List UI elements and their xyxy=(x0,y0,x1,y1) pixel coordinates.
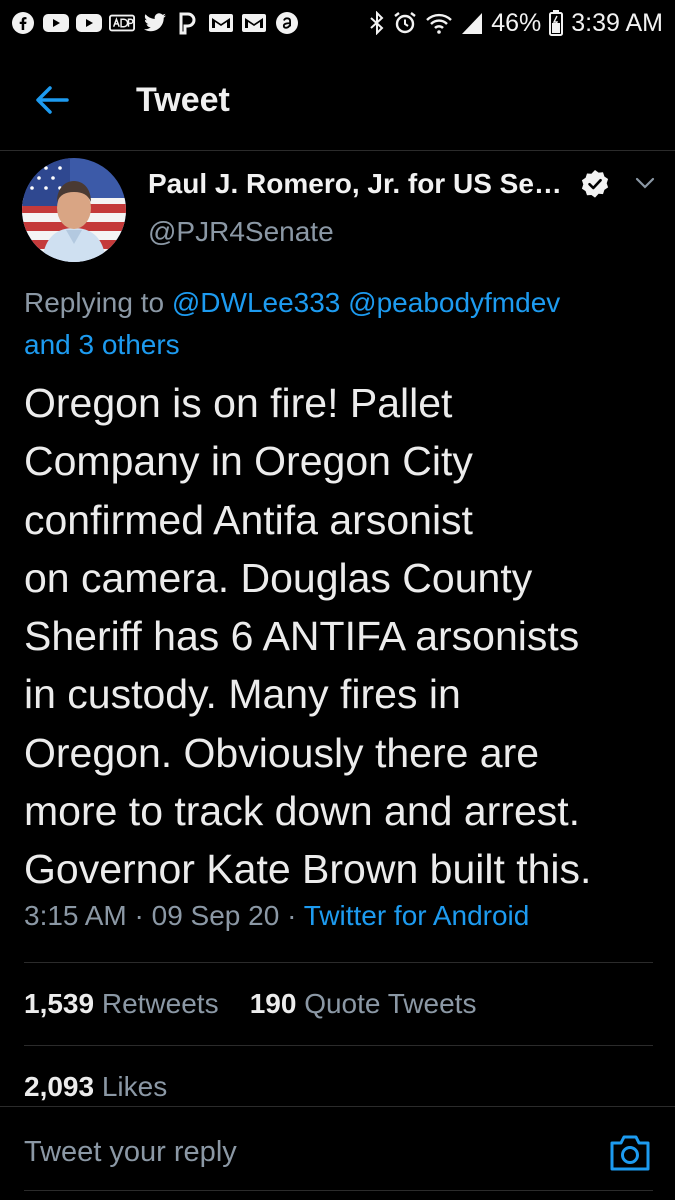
back-button[interactable] xyxy=(22,70,82,130)
likes-count: 2,093 xyxy=(24,1071,95,1102)
others-link[interactable]: and 3 others xyxy=(24,329,180,360)
likes-stat[interactable]: 2,093 Likes xyxy=(24,1071,167,1102)
mention-link[interactable]: @peabodyfmdev xyxy=(348,287,560,318)
facebook-icon xyxy=(10,11,36,35)
replying-prefix: Replying to xyxy=(24,287,165,318)
tweet-source-link[interactable]: Twitter for Android xyxy=(304,900,530,931)
meta-divider xyxy=(24,962,653,963)
quotes-count: 190 xyxy=(249,988,297,1019)
header-divider xyxy=(0,150,675,151)
quote-tweets-stat[interactable]: 190 Quote Tweets xyxy=(250,988,477,1019)
app-bar: Tweet xyxy=(0,62,675,138)
meta-separator: · xyxy=(134,900,144,931)
likes-row: 2,093 Likes xyxy=(24,1071,167,1103)
status-bar: 46% 3:39 AM xyxy=(0,0,675,46)
back-arrow-icon xyxy=(36,86,69,114)
adp-icon xyxy=(109,11,135,35)
camera-button[interactable] xyxy=(608,1133,652,1173)
battery-percent: 46% xyxy=(491,8,542,37)
replying-to: Replying to @DWLee333 @peabodyfmdev and … xyxy=(24,282,654,366)
chevron-down-icon xyxy=(635,177,655,189)
alarm-icon xyxy=(393,11,417,35)
more-options-button[interactable] xyxy=(628,168,662,198)
tweet-time: 3:15 AM xyxy=(24,900,127,931)
stats-divider xyxy=(24,1045,653,1046)
avatar[interactable] xyxy=(22,158,126,262)
meta-separator: · xyxy=(287,900,297,931)
gmail-icon xyxy=(208,11,234,35)
stats-row: 1,539 Retweets 190 Quote Tweets xyxy=(24,988,476,1020)
verified-badge-icon xyxy=(580,169,610,199)
youtube-icon xyxy=(76,11,102,35)
clock: 3:39 AM xyxy=(571,8,663,37)
author-name[interactable]: Paul J. Romero, Jr. for US Se… xyxy=(148,168,562,200)
tweet-text: Oregon is on fire! Pallet Company in Ore… xyxy=(24,380,592,893)
retweets-stat[interactable]: 1,539 Retweets xyxy=(24,988,219,1019)
likes-label: Likes xyxy=(101,1071,168,1102)
retweets-count: 1,539 xyxy=(24,988,95,1019)
reply-input[interactable]: Tweet your reply xyxy=(24,1136,544,1169)
youtube-icon xyxy=(43,11,69,35)
wifi-icon xyxy=(425,11,453,35)
bluetooth-icon xyxy=(369,11,385,35)
gmail-icon xyxy=(241,11,267,35)
amazon-icon xyxy=(274,11,300,35)
reply-underline xyxy=(24,1190,653,1191)
retweets-label: Retweets xyxy=(101,988,219,1019)
page-title: Tweet xyxy=(136,80,230,119)
mention-link[interactable]: @DWLee333 xyxy=(172,287,341,318)
reply-divider xyxy=(0,1106,675,1107)
notification-icons xyxy=(10,11,300,35)
camera-icon xyxy=(610,1135,650,1171)
battery-icon xyxy=(549,10,564,36)
quotes-label: Quote Tweets xyxy=(304,988,477,1019)
tweet-date: 09 Sep 20 xyxy=(151,900,280,931)
author-handle[interactable]: @PJR4Senate xyxy=(148,216,334,248)
tweet-meta: 3:15 AM · 09 Sep 20 · Twitter for Androi… xyxy=(24,900,529,932)
signal-icon xyxy=(461,11,483,35)
pandora-icon xyxy=(175,11,201,35)
twitter-icon xyxy=(142,11,168,35)
avatar-image xyxy=(22,158,126,262)
system-indicators: 46% 3:39 AM xyxy=(369,9,663,38)
